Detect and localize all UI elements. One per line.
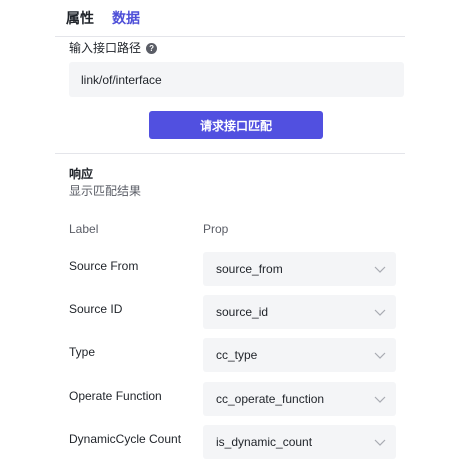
tab-attributes[interactable]: 属性	[66, 9, 94, 27]
chevron-down-icon	[374, 352, 386, 359]
prop-select-value: source_from	[216, 262, 283, 276]
response-title: 响应	[69, 167, 94, 181]
column-header-label: Label	[69, 222, 99, 236]
prop-select[interactable]: cc_operate_function	[203, 382, 396, 416]
response-subtitle: 显示匹配结果	[69, 184, 142, 198]
row-label: Type	[69, 345, 96, 359]
row-label: Operate Function	[69, 389, 162, 403]
row-label: Source From	[69, 259, 139, 273]
chevron-down-icon	[374, 266, 386, 273]
interface-path-label-text: 输入接口路径	[69, 41, 142, 55]
prop-select[interactable]: source_from	[203, 252, 396, 286]
panel-tabs: 属性 数据	[0, 0, 460, 36]
row-label: DynamicCycle Count	[69, 432, 182, 446]
row-label: Source ID	[69, 302, 123, 316]
column-header-prop: Prop	[203, 222, 229, 236]
interface-path-label: 输入接口路径 ?	[69, 40, 158, 56]
prop-select-value: is_dynamic_count	[216, 435, 313, 449]
prop-select[interactable]: is_dynamic_count	[203, 425, 396, 459]
prop-select-value: cc_type	[216, 348, 258, 362]
request-match-button[interactable]: 请求接口匹配	[149, 111, 323, 139]
chevron-down-icon	[374, 439, 386, 446]
divider	[55, 36, 405, 37]
tab-data[interactable]: 数据	[112, 9, 140, 27]
prop-select[interactable]: cc_type	[203, 338, 396, 372]
prop-select[interactable]: source_id	[203, 295, 396, 329]
interface-path-input[interactable]	[69, 62, 404, 97]
chevron-down-icon	[374, 396, 386, 403]
chevron-down-icon	[374, 309, 386, 316]
divider	[55, 153, 405, 154]
question-circle-icon[interactable]: ?	[146, 42, 158, 54]
prop-select-value: cc_operate_function	[216, 392, 325, 406]
prop-select-value: source_id	[216, 305, 269, 319]
